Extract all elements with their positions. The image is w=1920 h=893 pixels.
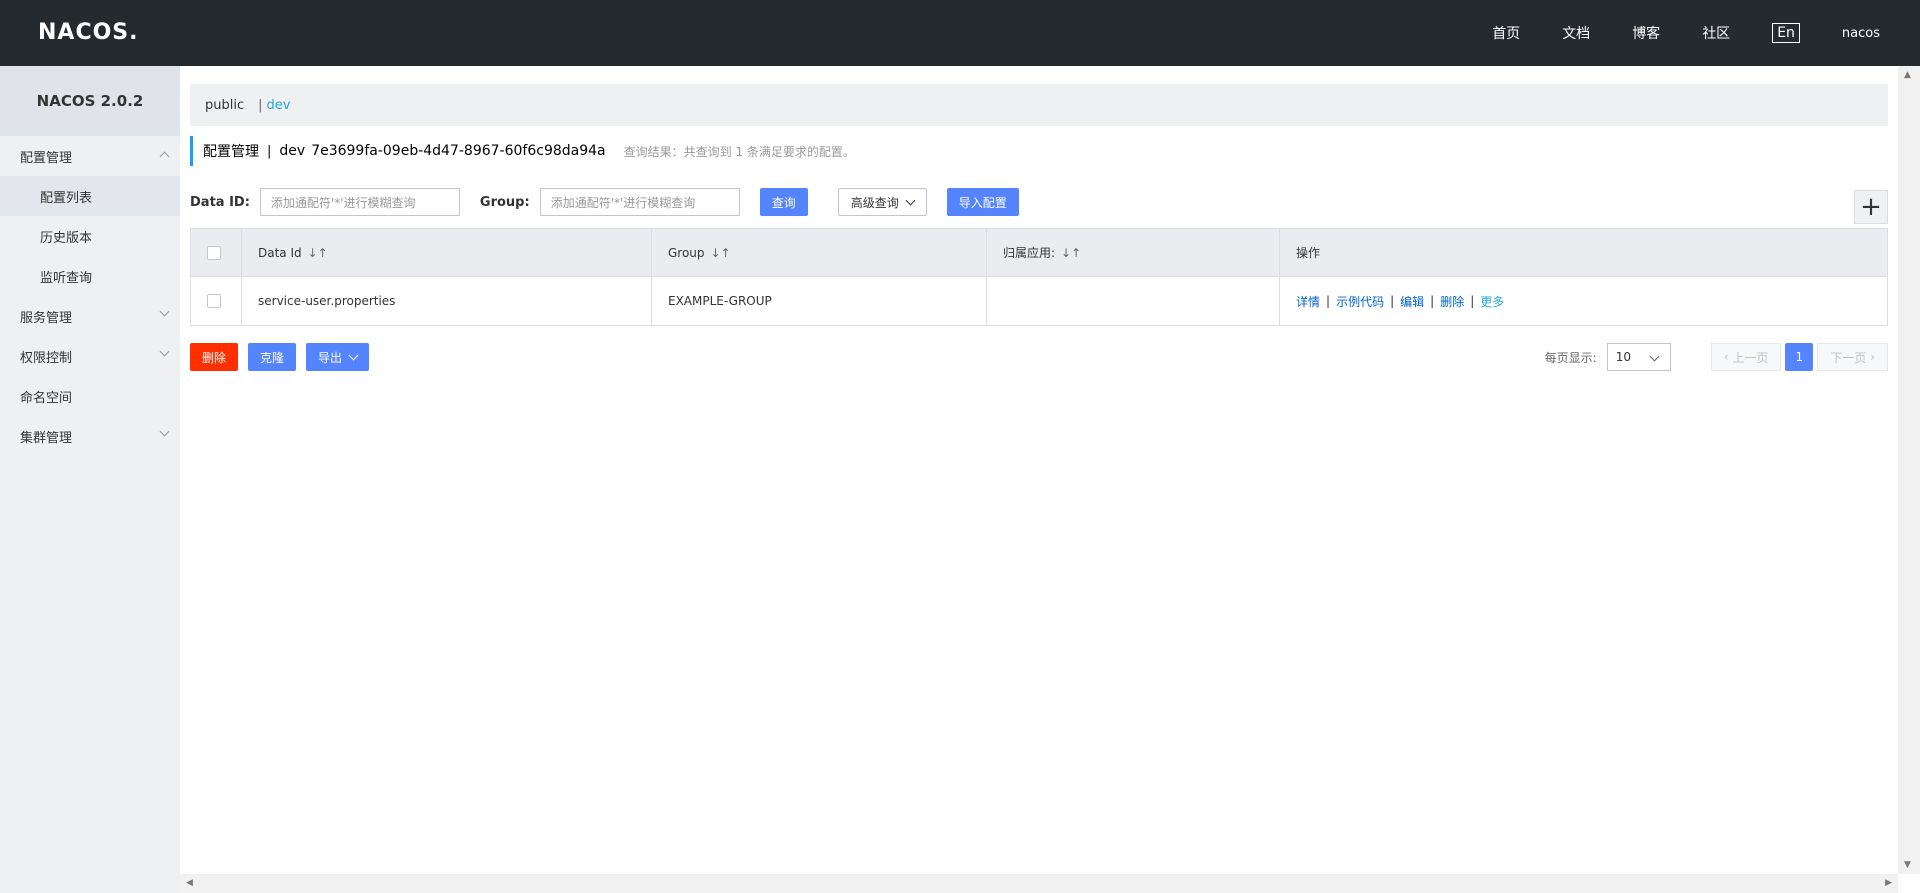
title-namespace: dev	[279, 143, 306, 159]
search-row: Data ID: 添加通配符'*'进行模糊查询 Group: 添加通配符'*'进…	[190, 186, 1888, 218]
page-1-button[interactable]: 1	[1785, 343, 1814, 371]
header-group[interactable]: Group ↓↑	[652, 229, 987, 276]
sidebar-title: NACOS 2.0.2	[0, 66, 180, 136]
sidebar-item-namespace[interactable]: 命名空间	[0, 376, 180, 416]
sidebar: NACOS 2.0.2 配置管理 配置列表 历史版本 监听查询 服务管理 权限控…	[0, 66, 180, 893]
sidebar-item-service-management[interactable]: 服务管理	[0, 296, 180, 336]
cell-operations: 详情 | 示例代码 | 编辑 | 删除 | 更多	[1296, 293, 1505, 310]
edit-link[interactable]: 编辑	[1400, 293, 1424, 310]
sidebar-item-label: 配置列表	[40, 190, 93, 206]
title-namespace-id: 7e3699fa-09eb-4d47-8967-60f6c98da94a	[311, 143, 606, 159]
nav-home[interactable]: 首页	[1492, 23, 1520, 43]
data-id-label: Data ID:	[190, 194, 250, 210]
sort-icon: ↓↑	[307, 245, 328, 260]
header-data-id[interactable]: Data Id ↓↑	[242, 229, 652, 276]
chevron-right-icon: ›	[1866, 350, 1875, 364]
user-menu[interactable]: nacos	[1842, 26, 1880, 41]
vertical-scrollbar[interactable]: ▲ ▼	[1898, 66, 1920, 874]
namespace-separator: |	[258, 97, 263, 113]
horizontal-scrollbar[interactable]: ◀ ▶	[180, 874, 1898, 893]
scroll-up-icon[interactable]: ▲	[1904, 70, 1911, 80]
query-result-text: 查询结果：共查询到 1 条满足要求的配置。	[623, 144, 855, 159]
page-title: 配置管理 | dev 7e3699fa-09eb-4d47-8967-60f6c…	[190, 136, 855, 166]
chevron-down-icon	[905, 195, 916, 205]
detail-link[interactable]: 详情	[1296, 293, 1320, 310]
sidebar-item-label: 集群管理	[20, 430, 73, 446]
language-toggle[interactable]: En	[1772, 23, 1800, 43]
chevron-down-icon	[159, 426, 170, 437]
scroll-down-icon[interactable]: ▼	[1904, 860, 1911, 870]
sort-icon: ↓↑	[710, 245, 731, 260]
cell-data-id: service-user.properties	[242, 277, 652, 325]
prev-page-button[interactable]: ‹ 上一页	[1710, 343, 1782, 371]
sidebar-item-access-control[interactable]: 权限控制	[0, 336, 180, 376]
import-config-button[interactable]: 导入配置	[946, 188, 1019, 216]
page-size-label: 每页显示:	[1544, 350, 1597, 365]
chevron-down-icon	[348, 350, 359, 360]
query-button[interactable]: 查询	[759, 188, 808, 216]
sidebar-item-label: 服务管理	[20, 310, 73, 326]
sample-code-link[interactable]: 示例代码	[1336, 293, 1384, 310]
table-header-row: Data Id ↓↑ Group ↓↑ 归属应用: ↓↑ 操作	[191, 229, 1887, 277]
sidebar-item-label: 监听查询	[40, 270, 93, 286]
add-config-button[interactable]: +	[1854, 190, 1888, 224]
sidebar-item-history[interactable]: 历史版本	[0, 216, 180, 256]
data-id-input[interactable]: 添加通配符'*'进行模糊查询	[259, 188, 460, 216]
more-link[interactable]: 更多	[1480, 293, 1504, 310]
clone-button[interactable]: 克隆	[248, 343, 297, 371]
page-title-text: 配置管理	[203, 144, 259, 160]
group-label: Group:	[479, 194, 530, 210]
chevron-down-icon	[159, 346, 170, 357]
export-label: 导出	[318, 350, 343, 365]
pagination: 每页显示: 10 ‹ 上一页 1 下一页 ›	[1545, 343, 1888, 371]
sort-icon: ↓↑	[1061, 245, 1082, 260]
header-app[interactable]: 归属应用: ↓↑	[987, 229, 1280, 276]
nav-docs[interactable]: 文档	[1562, 23, 1590, 43]
nav-blog[interactable]: 博客	[1632, 23, 1660, 43]
namespace-public[interactable]: public	[205, 98, 244, 113]
config-table: Data Id ↓↑ Group ↓↑ 归属应用: ↓↑ 操作 service-…	[190, 228, 1888, 326]
top-nav: 首页 文档 博客 社区 En nacos	[1492, 0, 1920, 66]
chevron-left-icon: ‹	[1723, 350, 1733, 364]
sidebar-item-listener-query[interactable]: 监听查询	[0, 256, 180, 296]
bottom-actions: 删除 克隆 导出 每页显示: 10 ‹ 上一页 1 下一页 ›	[190, 343, 1888, 371]
export-button[interactable]: 导出	[306, 343, 370, 371]
namespace-bar: public | dev	[190, 84, 1888, 126]
delete-link[interactable]: 删除	[1440, 293, 1464, 310]
advanced-query-button[interactable]: 高级查询	[837, 188, 927, 216]
scroll-right-icon[interactable]: ▶	[1885, 878, 1892, 888]
sidebar-item-label: 权限控制	[20, 350, 73, 366]
sidebar-item-config-list[interactable]: 配置列表	[0, 176, 180, 216]
next-page-button[interactable]: 下一页 ›	[1817, 343, 1888, 371]
sidebar-item-cluster-management[interactable]: 集群管理	[0, 416, 180, 456]
advanced-query-label: 高级查询	[850, 195, 899, 210]
top-navbar: NACOS. 首页 文档 博客 社区 En nacos	[0, 0, 1920, 66]
scroll-left-icon[interactable]: ◀	[186, 878, 193, 888]
group-input[interactable]: 添加通配符'*'进行模糊查询	[539, 188, 740, 216]
chevron-up-icon	[159, 151, 170, 162]
sidebar-item-label: 命名空间	[20, 390, 73, 406]
sidebar-item-label: 配置管理	[20, 150, 73, 166]
select-all-checkbox[interactable]	[207, 245, 221, 260]
page-size-select[interactable]: 10	[1606, 343, 1671, 371]
header-operations: 操作	[1296, 246, 1321, 260]
nacos-logo[interactable]: NACOS.	[38, 20, 139, 45]
nav-community[interactable]: 社区	[1702, 23, 1730, 43]
table-row: service-user.properties EXAMPLE-GROUP 详情…	[191, 277, 1887, 325]
chevron-down-icon	[1649, 351, 1660, 362]
chevron-down-icon	[159, 306, 170, 317]
cell-group: EXAMPLE-GROUP	[652, 277, 987, 325]
delete-button[interactable]: 删除	[190, 343, 239, 371]
namespace-dev[interactable]: dev	[267, 98, 291, 113]
main-content: public | dev 配置管理 | dev 7e3699fa-09eb-4d…	[180, 66, 1898, 874]
row-checkbox[interactable]	[207, 294, 221, 308]
title-separator: |	[267, 143, 272, 159]
sidebar-item-config-management[interactable]: 配置管理	[0, 136, 180, 176]
cell-app	[987, 277, 1280, 325]
sidebar-item-label: 历史版本	[40, 230, 93, 246]
